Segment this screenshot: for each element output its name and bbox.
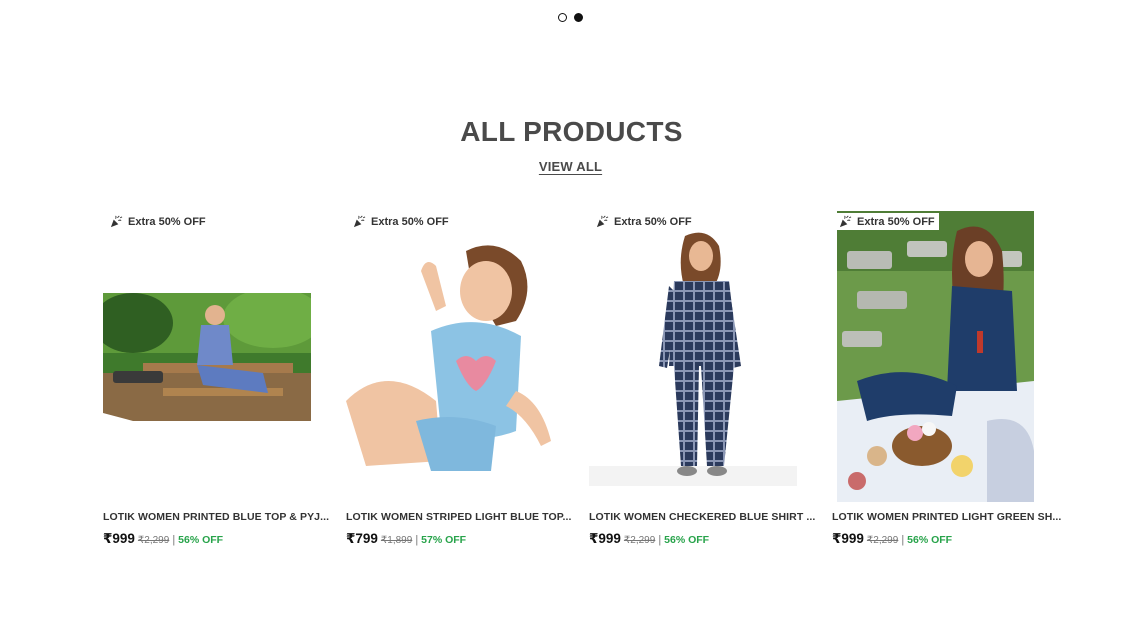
product-image[interactable] bbox=[837, 211, 1034, 502]
badge-label: Extra 50% OFF bbox=[857, 215, 935, 228]
carousel-dots bbox=[558, 13, 583, 22]
price-row: ₹999 ₹2,299 | 56% OFF bbox=[103, 531, 311, 547]
product-image[interactable] bbox=[346, 231, 554, 476]
offer-badge: Extra 50% OFF bbox=[105, 213, 210, 230]
sale-price: ₹799 bbox=[346, 531, 378, 546]
product-title[interactable]: LOTIK WOMEN PRINTED BLUE TOP & PYJ... bbox=[103, 509, 329, 525]
original-price: ₹2,299 bbox=[623, 535, 656, 546]
price-separator: | bbox=[415, 534, 419, 546]
section-title: ALL PRODUCTS bbox=[460, 116, 683, 147]
price-separator: | bbox=[658, 534, 662, 546]
sale-price: ₹999 bbox=[832, 531, 864, 546]
view-all-link[interactable]: VIEW ALL bbox=[539, 159, 602, 174]
carousel-dot-1[interactable] bbox=[558, 13, 567, 22]
badge-label: Extra 50% OFF bbox=[128, 215, 206, 228]
offer-badge: Extra 50% OFF bbox=[591, 213, 696, 230]
party-popper-icon bbox=[839, 215, 852, 228]
product-image[interactable] bbox=[103, 293, 311, 421]
original-price: ₹2,299 bbox=[866, 535, 899, 546]
discount-label: 56% OFF bbox=[907, 534, 953, 546]
offer-badge: Extra 50% OFF bbox=[348, 213, 453, 230]
party-popper-icon bbox=[110, 215, 123, 228]
discount-label: 56% OFF bbox=[178, 534, 224, 546]
product-card[interactable]: Extra 50% OFF bbox=[832, 211, 1061, 547]
price-row: ₹799 ₹1,899 | 57% OFF bbox=[346, 531, 554, 547]
product-card[interactable]: Extra 50% OFF bbox=[589, 211, 815, 547]
product-image[interactable] bbox=[589, 226, 797, 486]
party-popper-icon bbox=[596, 215, 609, 228]
product-card[interactable]: Extra 50% OFF LOTIK WOMEN PRINTED BLUE T… bbox=[103, 211, 329, 547]
discount-label: 56% OFF bbox=[664, 534, 710, 546]
original-price: ₹1,899 bbox=[380, 535, 413, 546]
product-card[interactable]: Extra 50% OFF LOTIK WOMEN STRIPED LIGHT … bbox=[346, 211, 571, 547]
product-section-page: ALL PRODUCTS VIEW ALL Extra 50% OFF LOTI… bbox=[0, 0, 1145, 624]
original-price: ₹2,299 bbox=[137, 535, 170, 546]
price-row: ₹999 ₹2,299 | 56% OFF bbox=[589, 531, 797, 547]
sale-price: ₹999 bbox=[589, 531, 621, 546]
price-separator: | bbox=[172, 534, 176, 546]
carousel-dot-2[interactable] bbox=[574, 13, 583, 22]
product-grid: Extra 50% OFF LOTIK WOMEN PRINTED BLUE T… bbox=[103, 211, 1061, 547]
product-title[interactable]: LOTIK WOMEN PRINTED LIGHT GREEN SH... bbox=[832, 509, 1061, 525]
price-separator: | bbox=[901, 534, 905, 546]
sale-price: ₹999 bbox=[103, 531, 135, 546]
badge-label: Extra 50% OFF bbox=[371, 215, 449, 228]
product-title[interactable]: LOTIK WOMEN CHECKERED BLUE SHIRT ... bbox=[589, 509, 815, 525]
party-popper-icon bbox=[353, 215, 366, 228]
badge-label: Extra 50% OFF bbox=[614, 215, 692, 228]
offer-badge: Extra 50% OFF bbox=[834, 213, 939, 230]
product-title[interactable]: LOTIK WOMEN STRIPED LIGHT BLUE TOP... bbox=[346, 509, 571, 525]
price-row: ₹999 ₹2,299 | 56% OFF bbox=[832, 531, 1040, 547]
discount-label: 57% OFF bbox=[421, 534, 467, 546]
